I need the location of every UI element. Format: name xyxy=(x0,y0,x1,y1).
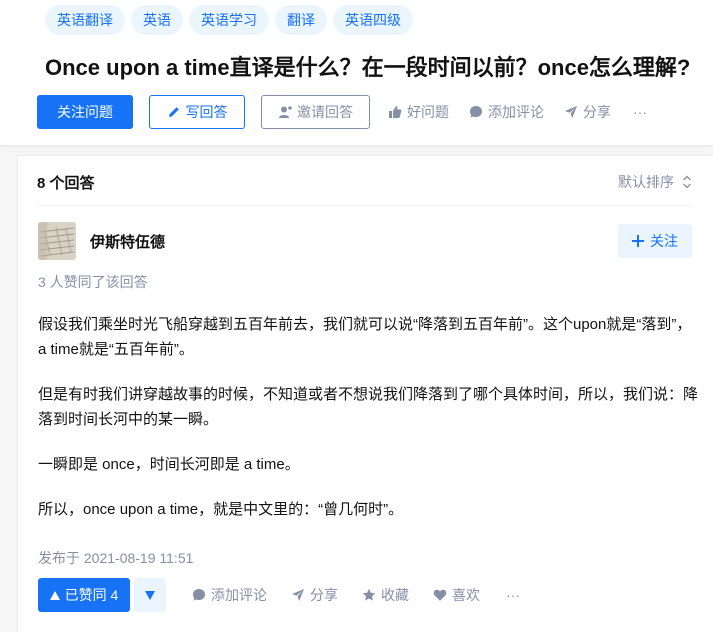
share-label: 分享 xyxy=(583,104,611,120)
answer-paragraph: 一瞬即是 once，时间长河即是 a time。 xyxy=(38,456,300,473)
more-button[interactable]: ··· xyxy=(633,104,647,120)
sort-arrows-icon xyxy=(682,175,692,189)
follow-author-button[interactable]: 关注 xyxy=(618,224,692,258)
question-actions: 关注问题 写回答 邀请回答 好问题 添加评论 分享 ··· xyxy=(37,95,647,129)
question-header: 英语翻译 英语 英语学习 翻译 英语四级 Once upon a time直译是… xyxy=(0,0,713,145)
share-icon xyxy=(291,588,305,602)
heart-icon xyxy=(433,588,447,602)
topic-list: 英语翻译 英语 英语学习 翻译 英语四级 xyxy=(45,5,413,35)
answer-content: 假设我们乘坐时光飞船穿越到五百年前去，我们就可以说“降落到五百年前”。这个upo… xyxy=(38,312,698,542)
collect-label: 收藏 xyxy=(381,587,409,603)
answer-more-button[interactable]: ··· xyxy=(506,587,520,603)
answer-paragraph: 但是有时我们讲穿越故事的时候，不知道或者不想说我们降落到了哪个具体时间，所以，我… xyxy=(38,386,699,428)
upvote-button[interactable]: 已赞同 4 xyxy=(38,578,130,612)
triangle-down-icon xyxy=(145,590,155,600)
share-button[interactable]: 分享 xyxy=(564,102,611,122)
topic-tag[interactable]: 英语学习 xyxy=(189,5,269,35)
topic-tag[interactable]: 英语翻译 xyxy=(45,5,125,35)
answer-actions: 已赞同 4 添加评论 分享 收藏 喜欢 ··· xyxy=(38,578,520,612)
voters-info[interactable]: 3 人赞同了该回答 xyxy=(38,272,148,292)
sort-dropdown[interactable]: 默认排序 xyxy=(618,172,692,192)
follow-question-button[interactable]: 关注问题 xyxy=(37,95,133,129)
author-name[interactable]: 伊斯特伍德 xyxy=(90,231,165,252)
good-question-button[interactable]: 好问题 xyxy=(388,102,449,122)
downvote-button[interactable] xyxy=(134,578,166,612)
like-label: 喜欢 xyxy=(452,587,480,603)
invite-answer-label: 邀请回答 xyxy=(297,104,353,120)
pencil-icon xyxy=(167,105,181,119)
write-answer-button[interactable]: 写回答 xyxy=(149,95,245,129)
answer-card: 8 个回答 默认排序 伊斯特伍德 关注 3 人赞同了该回答 假设我们乘坐时光飞船… xyxy=(17,155,713,632)
upvote-label: 已赞同 4 xyxy=(64,587,119,603)
follow-author-label: 关注 xyxy=(650,233,678,249)
answer-count: 8 个回答 xyxy=(37,175,95,192)
write-answer-label: 写回答 xyxy=(185,104,228,120)
sort-label: 默认排序 xyxy=(618,174,674,190)
add-comment-button[interactable]: 添加评论 xyxy=(469,102,544,122)
answer-comment-label: 添加评论 xyxy=(211,587,267,603)
answer-comment-button[interactable]: 添加评论 xyxy=(192,585,267,605)
topic-tag[interactable]: 英语四级 xyxy=(333,5,413,35)
more-icon: ··· xyxy=(633,104,647,120)
thumbs-up-icon xyxy=(388,105,402,119)
comment-icon xyxy=(469,105,483,119)
publish-date[interactable]: 发布于 2021-08-19 11:51 xyxy=(38,548,193,568)
avatar[interactable] xyxy=(38,222,76,260)
answer-share-label: 分享 xyxy=(310,587,338,603)
like-button[interactable]: 喜欢 xyxy=(433,585,480,605)
more-icon: ··· xyxy=(506,587,520,603)
answers-header: 8 个回答 默认排序 xyxy=(37,156,692,206)
answer-paragraph: 假设我们乘坐时光飞船穿越到五百年前去，我们就可以说“降落到五百年前”。这个upo… xyxy=(38,316,692,358)
question-title: Once upon a time直译是什么？在一段时间以前？once怎么理解? xyxy=(45,55,691,80)
invite-answer-button[interactable]: 邀请回答 xyxy=(261,95,370,129)
triangle-up-icon xyxy=(49,590,60,600)
answer-paragraph: 所以，once upon a time，就是中文里的：“曾几何时”。 xyxy=(38,501,404,518)
comment-icon xyxy=(192,588,206,602)
star-icon xyxy=(362,588,376,602)
answer-share-button[interactable]: 分享 xyxy=(291,585,338,605)
collect-button[interactable]: 收藏 xyxy=(362,585,409,605)
topic-tag[interactable]: 翻译 xyxy=(275,5,327,35)
invite-user-icon xyxy=(278,105,292,119)
share-icon xyxy=(564,105,578,119)
topic-tag[interactable]: 英语 xyxy=(131,5,183,35)
plus-icon xyxy=(632,235,644,247)
follow-question-label: 关注问题 xyxy=(57,104,113,120)
good-question-label: 好问题 xyxy=(407,104,449,120)
add-comment-label: 添加评论 xyxy=(488,104,544,120)
